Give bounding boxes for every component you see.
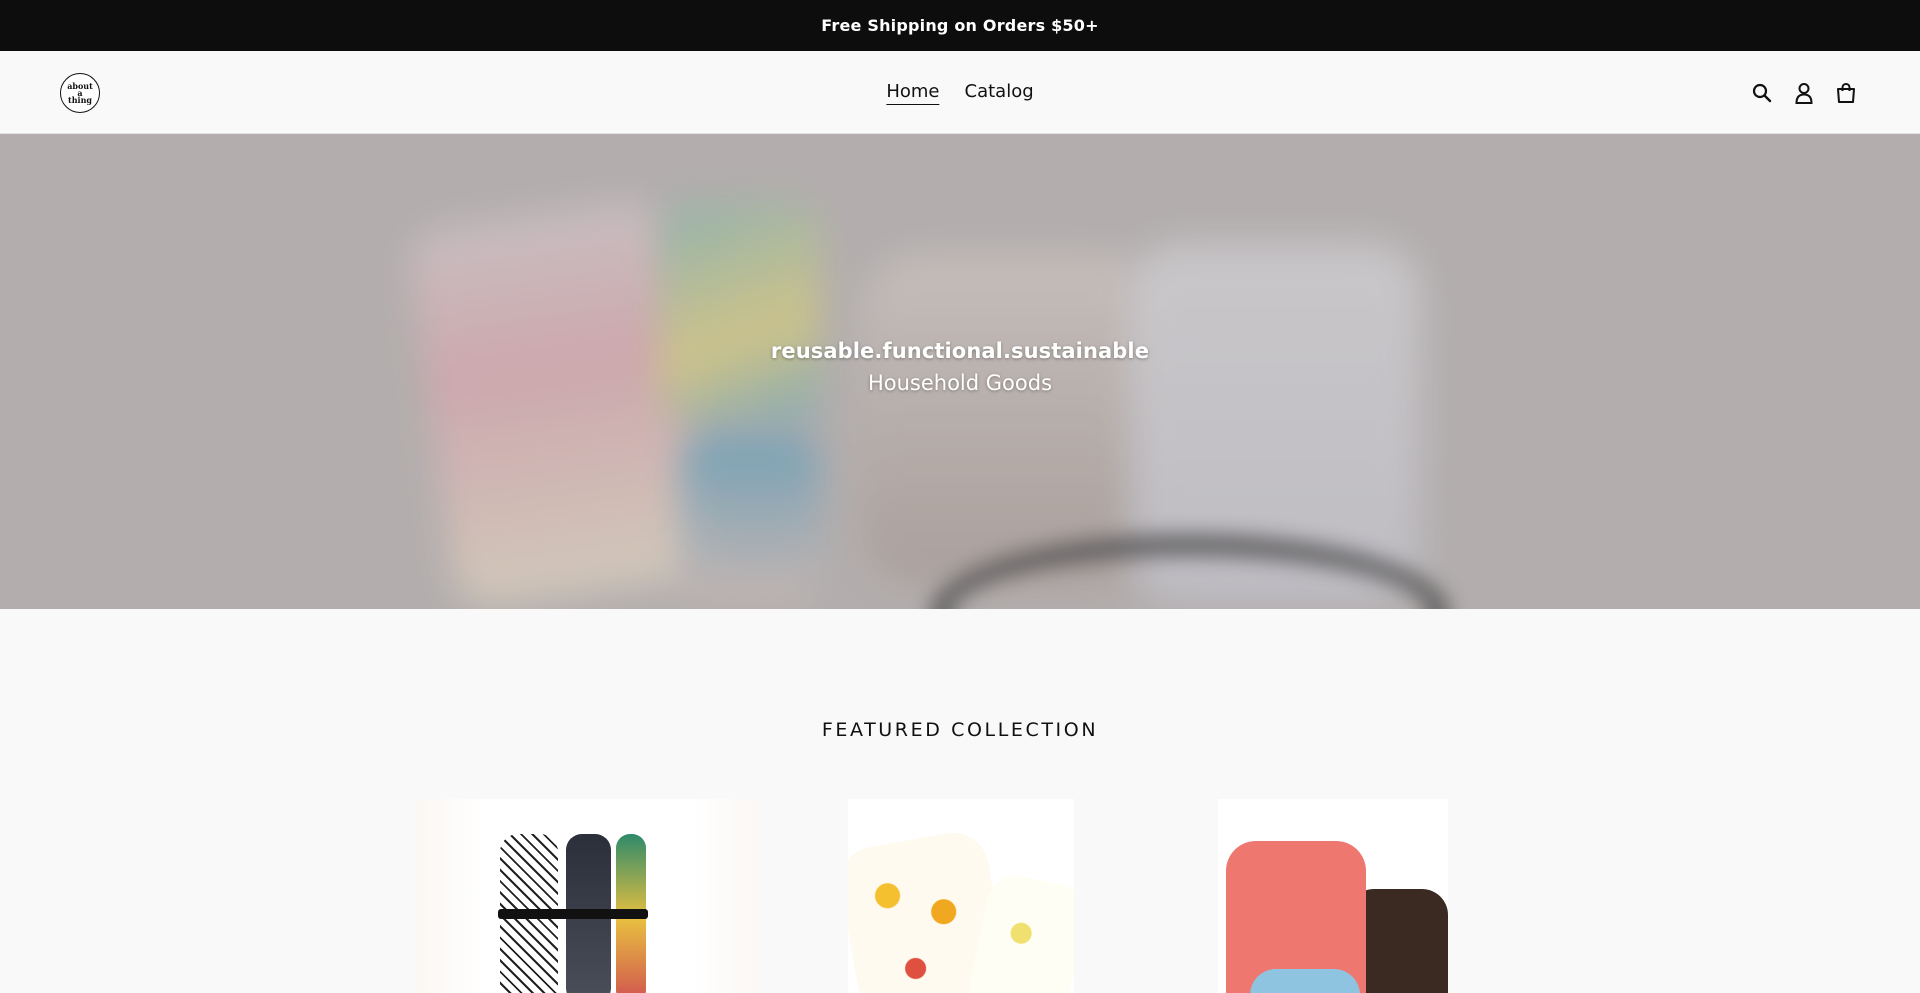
- account-icon[interactable]: [1792, 81, 1816, 105]
- featured-collection: FEATURED COLLECTION: [0, 609, 1920, 993]
- cart-icon[interactable]: [1834, 81, 1858, 105]
- nav-catalog[interactable]: Catalog: [965, 81, 1034, 104]
- product-card[interactable]: [1218, 799, 1448, 993]
- logo-text: about a thing: [67, 80, 93, 105]
- nav-home[interactable]: Home: [886, 81, 940, 105]
- main-nav: Home Catalog: [886, 51, 1034, 134]
- hero-subtitle: Household Goods: [867, 371, 1053, 395]
- announcement-text: Free Shipping on Orders $50+: [821, 16, 1099, 35]
- product-card[interactable]: [848, 799, 1074, 993]
- hero-banner: reusable.functional.sustainable Househol…: [0, 134, 1920, 609]
- logo[interactable]: about a thing: [60, 73, 100, 113]
- announcement-bar: Free Shipping on Orders $50+: [0, 0, 1920, 51]
- header-icons: [1750, 51, 1858, 134]
- product-card[interactable]: [416, 799, 759, 993]
- hero-title: reusable.functional.sustainable: [770, 339, 1150, 363]
- section-title: FEATURED COLLECTION: [821, 719, 1099, 741]
- site-header: about a thing Home Catalog: [0, 51, 1920, 134]
- search-icon[interactable]: [1750, 81, 1774, 105]
